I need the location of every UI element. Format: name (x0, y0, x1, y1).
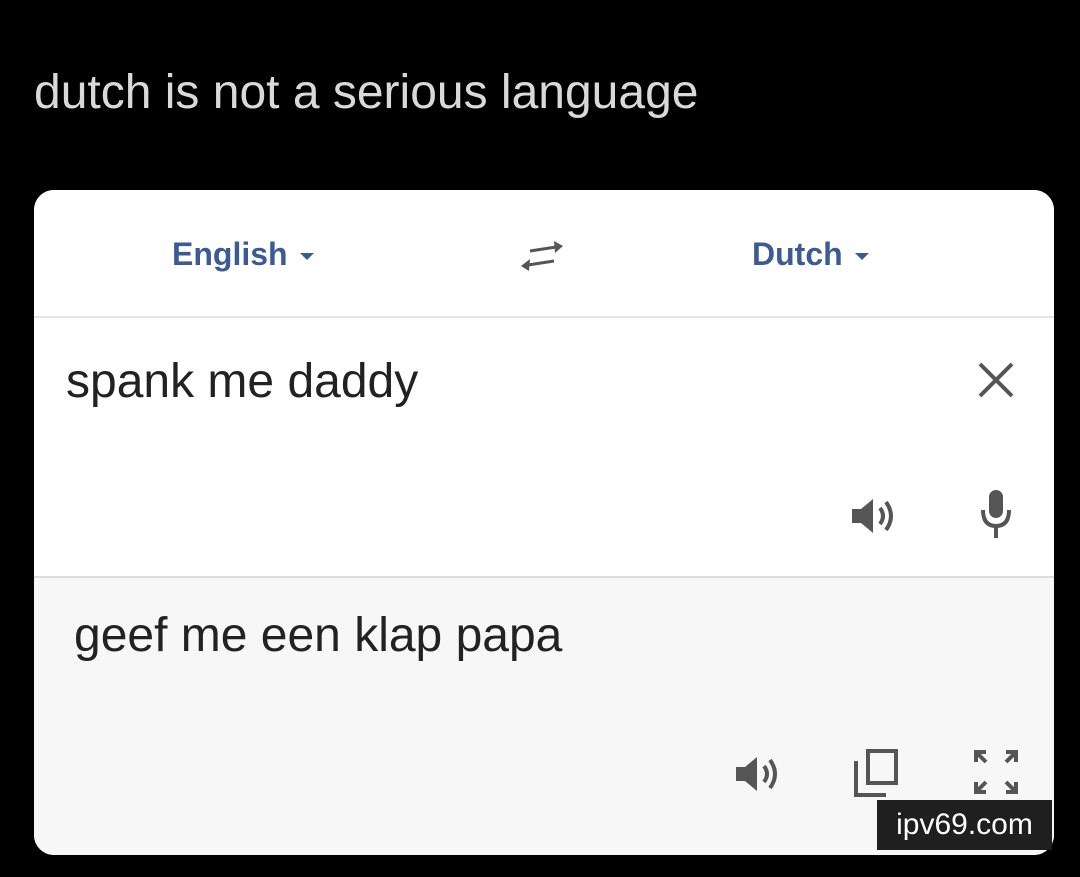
listen-translation-button[interactable] (734, 752, 786, 796)
language-bar: English Dutch (34, 190, 1054, 318)
swap-languages-button[interactable] (520, 238, 564, 274)
target-language-selector[interactable]: Dutch (752, 232, 869, 276)
translated-text: geef me een klap papa (74, 609, 563, 662)
fullscreen-icon (974, 750, 1018, 794)
source-text-area[interactable]: spank me daddy (34, 318, 1054, 578)
post-caption: dutch is not a serious language (34, 66, 699, 119)
copy-translation-button[interactable] (852, 748, 900, 798)
swap-arrows-icon (521, 241, 563, 271)
watermark: ipv69.com (877, 800, 1052, 850)
clear-text-button[interactable] (974, 358, 1018, 402)
source-language-selector[interactable]: English (172, 232, 314, 276)
chevron-down-icon (299, 252, 314, 260)
microphone-button[interactable] (978, 488, 1014, 540)
close-icon (978, 362, 1014, 398)
chevron-down-icon (854, 252, 869, 260)
screenshot: dutch is not a serious language English … (0, 0, 1080, 877)
source-language-label: English (172, 235, 288, 272)
speaker-icon (736, 757, 777, 791)
copy-icon (854, 749, 898, 797)
listen-source-button[interactable] (850, 494, 902, 538)
source-text[interactable]: spank me daddy (66, 354, 418, 409)
speaker-icon (852, 499, 893, 533)
microphone-icon (981, 490, 1011, 538)
target-language-label: Dutch (752, 235, 843, 272)
translate-card: English Dutch spank me daddy geef me een… (34, 190, 1054, 855)
fullscreen-button[interactable] (972, 748, 1020, 796)
